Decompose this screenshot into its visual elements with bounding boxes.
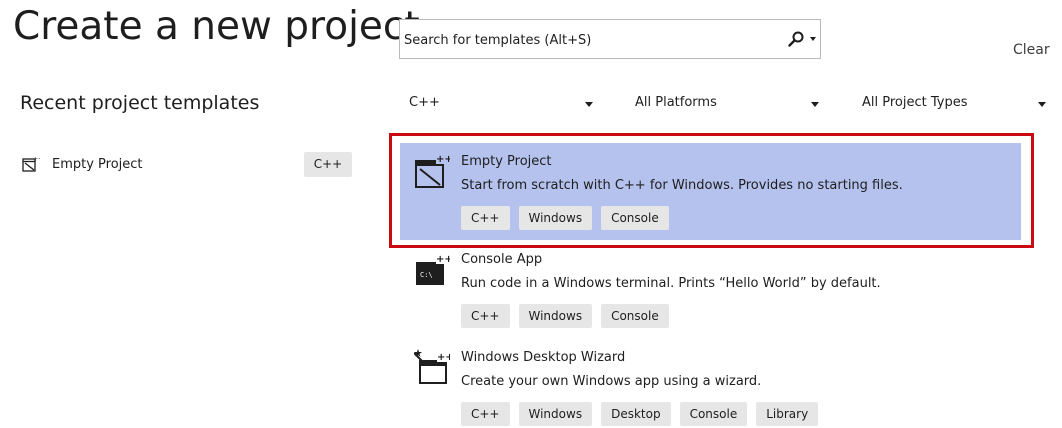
template-tag: Desktop	[601, 402, 671, 426]
template-description: Run code in a Windows terminal. Prints “…	[461, 276, 881, 291]
template-tag: Windows	[518, 206, 593, 230]
template-item-empty-project[interactable]: ++ Empty Project Start from scratch with…	[400, 143, 1021, 240]
project-type-filter-dropdown[interactable]: All Project Types	[862, 92, 1048, 116]
search-icon[interactable]	[786, 30, 806, 48]
search-options-chevron-down-icon[interactable]	[810, 37, 816, 41]
template-title: Empty Project	[461, 154, 552, 169]
template-tag: Windows	[518, 402, 593, 426]
platform-filter-value: All Platforms	[635, 95, 717, 110]
template-title: Console App	[461, 252, 543, 267]
empty-project-icon: ++	[415, 153, 450, 188]
platform-filter-dropdown[interactable]: All Platforms	[635, 92, 821, 116]
chevron-down-icon	[585, 102, 593, 107]
template-title: Windows Desktop Wizard	[461, 350, 626, 365]
chevron-down-icon	[1038, 102, 1046, 107]
recent-template-label: Empty Project	[52, 157, 143, 172]
template-tag: C++	[461, 304, 510, 328]
project-type-filter-value: All Project Types	[862, 95, 968, 110]
page-title: Create a new project	[13, 4, 420, 49]
template-tag: Windows	[518, 304, 593, 328]
template-tags: C++ Windows Desktop Console Library	[461, 402, 819, 426]
recent-templates-heading: Recent project templates	[20, 92, 260, 114]
template-item-console-app[interactable]: C:\ ++ Console App Run code in a Windows…	[400, 241, 1021, 337]
recent-template-item[interactable]: ++ Empty Project C++	[20, 152, 352, 178]
template-tag: Console	[679, 402, 748, 426]
template-description: Create your own Windows app using a wiza…	[461, 374, 762, 389]
svg-text:++: ++	[33, 156, 40, 163]
language-filter-dropdown[interactable]: C++	[409, 92, 595, 116]
svg-text:C:\: C:\	[420, 271, 433, 279]
template-tags: C++ Windows Console	[461, 206, 669, 230]
template-description: Start from scratch with C++ for Windows.…	[461, 178, 903, 193]
empty-project-icon: ++	[22, 156, 40, 172]
svg-text:++: ++	[436, 254, 450, 265]
search-input[interactable]	[404, 29, 774, 51]
language-filter-value: C++	[409, 95, 440, 110]
search-box[interactable]	[399, 19, 821, 59]
template-tag: Library	[756, 402, 819, 426]
console-app-icon: C:\ ++	[416, 253, 450, 285]
svg-text:++: ++	[437, 352, 450, 363]
template-tag: Console	[601, 206, 669, 230]
template-tag: Console	[601, 304, 669, 328]
template-tags: C++ Windows Console	[461, 304, 669, 328]
svg-text:++: ++	[436, 154, 450, 165]
template-tag: C++	[461, 206, 510, 230]
template-tag: C++	[461, 402, 510, 426]
template-item-windows-desktop-wizard[interactable]: ++ Windows Desktop Wizard Create your ow…	[400, 339, 1021, 428]
clear-link[interactable]: Clear	[1013, 42, 1050, 58]
desktop-wizard-icon: ++	[414, 349, 450, 384]
chevron-down-icon	[811, 102, 819, 107]
recent-template-tag: C++	[304, 152, 352, 177]
